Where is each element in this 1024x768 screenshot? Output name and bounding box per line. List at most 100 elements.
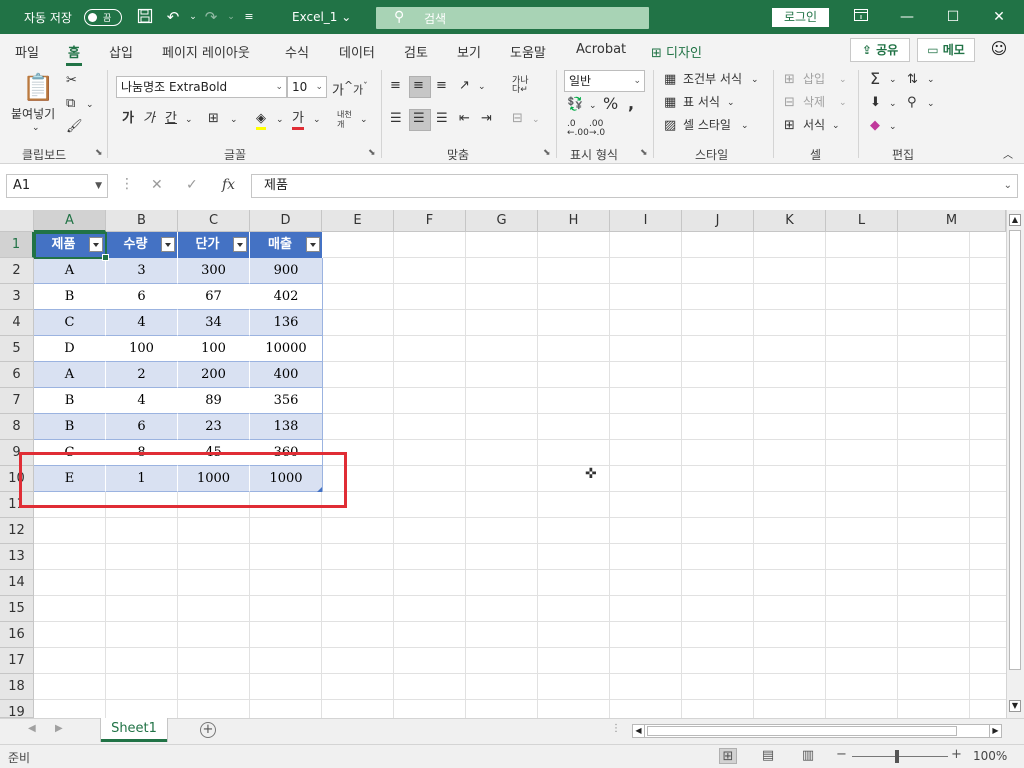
redo-icon[interactable]: ↷ xyxy=(202,8,220,26)
minimize-icon[interactable]: — xyxy=(897,8,917,26)
sort-filter-icon[interactable]: ⇅ xyxy=(907,72,918,88)
align-bottom-icon[interactable]: ≡ xyxy=(436,78,447,94)
tab-insert[interactable]: 삽입 xyxy=(109,42,133,61)
align-right-icon[interactable]: ☰ xyxy=(436,111,448,127)
increase-font-icon[interactable]: 가^ xyxy=(332,78,353,99)
table-cell-unit-price[interactable]: 200 xyxy=(178,362,250,388)
increase-decimal-icon[interactable]: .0 ←.00 xyxy=(567,120,589,138)
table-cell-unit-price[interactable]: 89 xyxy=(178,388,250,414)
row-header-18[interactable]: 18 xyxy=(0,674,34,700)
cancel-icon[interactable]: ✕ xyxy=(151,177,163,193)
paste-dropdown-icon[interactable]: ⌄ xyxy=(32,120,40,136)
tab-review[interactable]: 검토 xyxy=(404,42,428,61)
table-cell-product[interactable]: D xyxy=(34,336,106,362)
align-middle-icon[interactable]: ≡ xyxy=(413,78,424,94)
table-cell-quantity[interactable]: 3 xyxy=(106,258,178,284)
login-button[interactable]: 로그인 xyxy=(772,8,829,27)
decrease-decimal-icon[interactable]: .00 →.0 xyxy=(589,120,605,138)
page-layout-view-icon[interactable]: ▤ xyxy=(759,748,777,764)
number-format-combo[interactable]: 일반 ⌄ xyxy=(564,70,645,92)
table-format-dropdown-icon[interactable]: ⌄ xyxy=(727,95,735,111)
clipboard-launcher-icon[interactable]: ⬊ xyxy=(95,148,103,158)
insert-function-icon[interactable]: fx xyxy=(222,177,235,193)
column-header-i[interactable]: I xyxy=(610,210,682,232)
row-header-16[interactable]: 16 xyxy=(0,622,34,648)
row-header-13[interactable]: 13 xyxy=(0,544,34,570)
close-icon[interactable]: ✕ xyxy=(989,8,1009,26)
table-cell-unit-price[interactable]: 100 xyxy=(178,336,250,362)
format-cells-dropdown-icon[interactable]: ⌄ xyxy=(832,118,840,134)
scroll-right-icon[interactable]: ▶ xyxy=(989,725,1001,737)
redo-dropdown-icon[interactable]: ⌄ xyxy=(222,8,240,26)
table-cell-quantity[interactable]: 4 xyxy=(106,310,178,336)
format-as-table-icon[interactable]: ▦ xyxy=(664,95,676,111)
select-all-corner[interactable] xyxy=(0,210,34,232)
row-header-14[interactable]: 14 xyxy=(0,570,34,596)
accounting-dropdown-icon[interactable]: ⌄ xyxy=(589,98,597,114)
memo-button[interactable]: ▭ 메모 xyxy=(917,38,975,62)
zoom-level[interactable]: 100% xyxy=(973,749,1007,763)
insert-cells-label[interactable]: 삽입 xyxy=(803,71,825,87)
font-name-combo[interactable]: 나눔명조 ExtraBold ⌄ xyxy=(116,76,287,98)
undo-dropdown-icon[interactable]: ⌄ xyxy=(184,8,202,26)
horizontal-scrollbar[interactable]: ◀ ▶ xyxy=(632,724,1002,738)
row-header-19[interactable]: 19 xyxy=(0,700,34,720)
page-break-view-icon[interactable]: ▥ xyxy=(799,748,817,764)
font-color-dropdown-icon[interactable]: ⌄ xyxy=(313,112,321,128)
column-header-b[interactable]: B xyxy=(106,210,178,232)
conditional-format-label[interactable]: 조건부 서식 xyxy=(683,71,742,87)
table-cell-quantity[interactable]: 100 xyxy=(106,336,178,362)
column-header-e[interactable]: E xyxy=(322,210,394,232)
tab-acrobat[interactable]: Acrobat xyxy=(576,42,626,57)
border-icon[interactable]: ⊞ xyxy=(208,111,219,127)
fill-dropdown-icon[interactable]: ⌄ xyxy=(276,112,284,128)
decrease-indent-icon[interactable]: ⇤ xyxy=(459,111,470,127)
fill-dropdown-icon[interactable]: ⌄ xyxy=(889,96,897,112)
row-header-8[interactable]: 8 xyxy=(0,414,34,440)
undo-icon[interactable]: ↶ xyxy=(164,8,182,26)
table-cell-unit-price[interactable]: 300 xyxy=(178,258,250,284)
underline-icon[interactable]: 간 xyxy=(165,111,177,127)
table-cell-sales[interactable]: 10000 xyxy=(250,336,323,362)
underline-dropdown-icon[interactable]: ⌄ xyxy=(185,112,193,128)
format-as-table-label[interactable]: 표 서식 xyxy=(683,94,720,110)
horizontal-scroll-thumb[interactable] xyxy=(647,726,957,736)
table-cell-quantity[interactable]: 2 xyxy=(106,362,178,388)
percent-icon[interactable]: % xyxy=(603,96,618,112)
tab-design[interactable]: ⊞ 디자인 xyxy=(651,42,702,61)
accounting-format-icon[interactable]: 💱 xyxy=(567,97,583,113)
align-top-icon[interactable]: ≡ xyxy=(390,78,401,94)
sort-dropdown-icon[interactable]: ⌄ xyxy=(927,72,935,88)
scroll-up-icon[interactable]: ▲ xyxy=(1009,214,1021,226)
autosave-toggle[interactable]: 끔 xyxy=(84,9,122,26)
zoom-slider-thumb[interactable] xyxy=(895,750,899,763)
comma-style-icon[interactable]: , xyxy=(628,96,634,112)
tab-data[interactable]: 데이터 xyxy=(339,42,375,61)
column-header-g[interactable]: G xyxy=(466,210,538,232)
table-cell-sales[interactable]: 138 xyxy=(250,414,323,440)
format-cells-label[interactable]: 서식 xyxy=(803,117,825,133)
font-color-icon[interactable]: 가 xyxy=(292,111,304,130)
table-header-quantity[interactable]: 수량 xyxy=(106,232,178,258)
table-cell-sales[interactable]: 402 xyxy=(250,284,323,310)
find-dropdown-icon[interactable]: ⌄ xyxy=(927,96,935,112)
cell-styles-label[interactable]: 셀 스타일 xyxy=(683,117,731,133)
format-painter-icon[interactable]: 🖌 xyxy=(66,119,83,135)
table-cell-product[interactable]: A xyxy=(34,362,106,388)
vertical-scrollbar[interactable]: ▲ ▼ xyxy=(1006,210,1024,718)
merge-center-icon[interactable]: ⊟ xyxy=(512,111,523,127)
zoom-out-icon[interactable]: − xyxy=(836,747,847,762)
phonetic-icon[interactable]: 내천 개 xyxy=(337,110,352,130)
save-icon[interactable] xyxy=(136,8,154,26)
enter-icon[interactable]: ✓ xyxy=(186,177,198,193)
tab-help[interactable]: 도움말 xyxy=(510,42,546,61)
alignment-launcher-icon[interactable]: ⬊ xyxy=(543,148,551,158)
table-cell-product[interactable]: C xyxy=(34,310,106,336)
table-cell-sales[interactable]: 136 xyxy=(250,310,323,336)
orientation-dropdown-icon[interactable]: ⌄ xyxy=(478,79,486,95)
name-box[interactable]: A1 ▼ xyxy=(6,174,108,198)
share-button[interactable]: ⇪ 공유 xyxy=(850,38,910,62)
scroll-left-icon[interactable]: ◀ xyxy=(633,725,645,737)
paste-icon[interactable]: 📋 xyxy=(22,74,54,102)
table-header-sales[interactable]: 매출 xyxy=(250,232,323,258)
